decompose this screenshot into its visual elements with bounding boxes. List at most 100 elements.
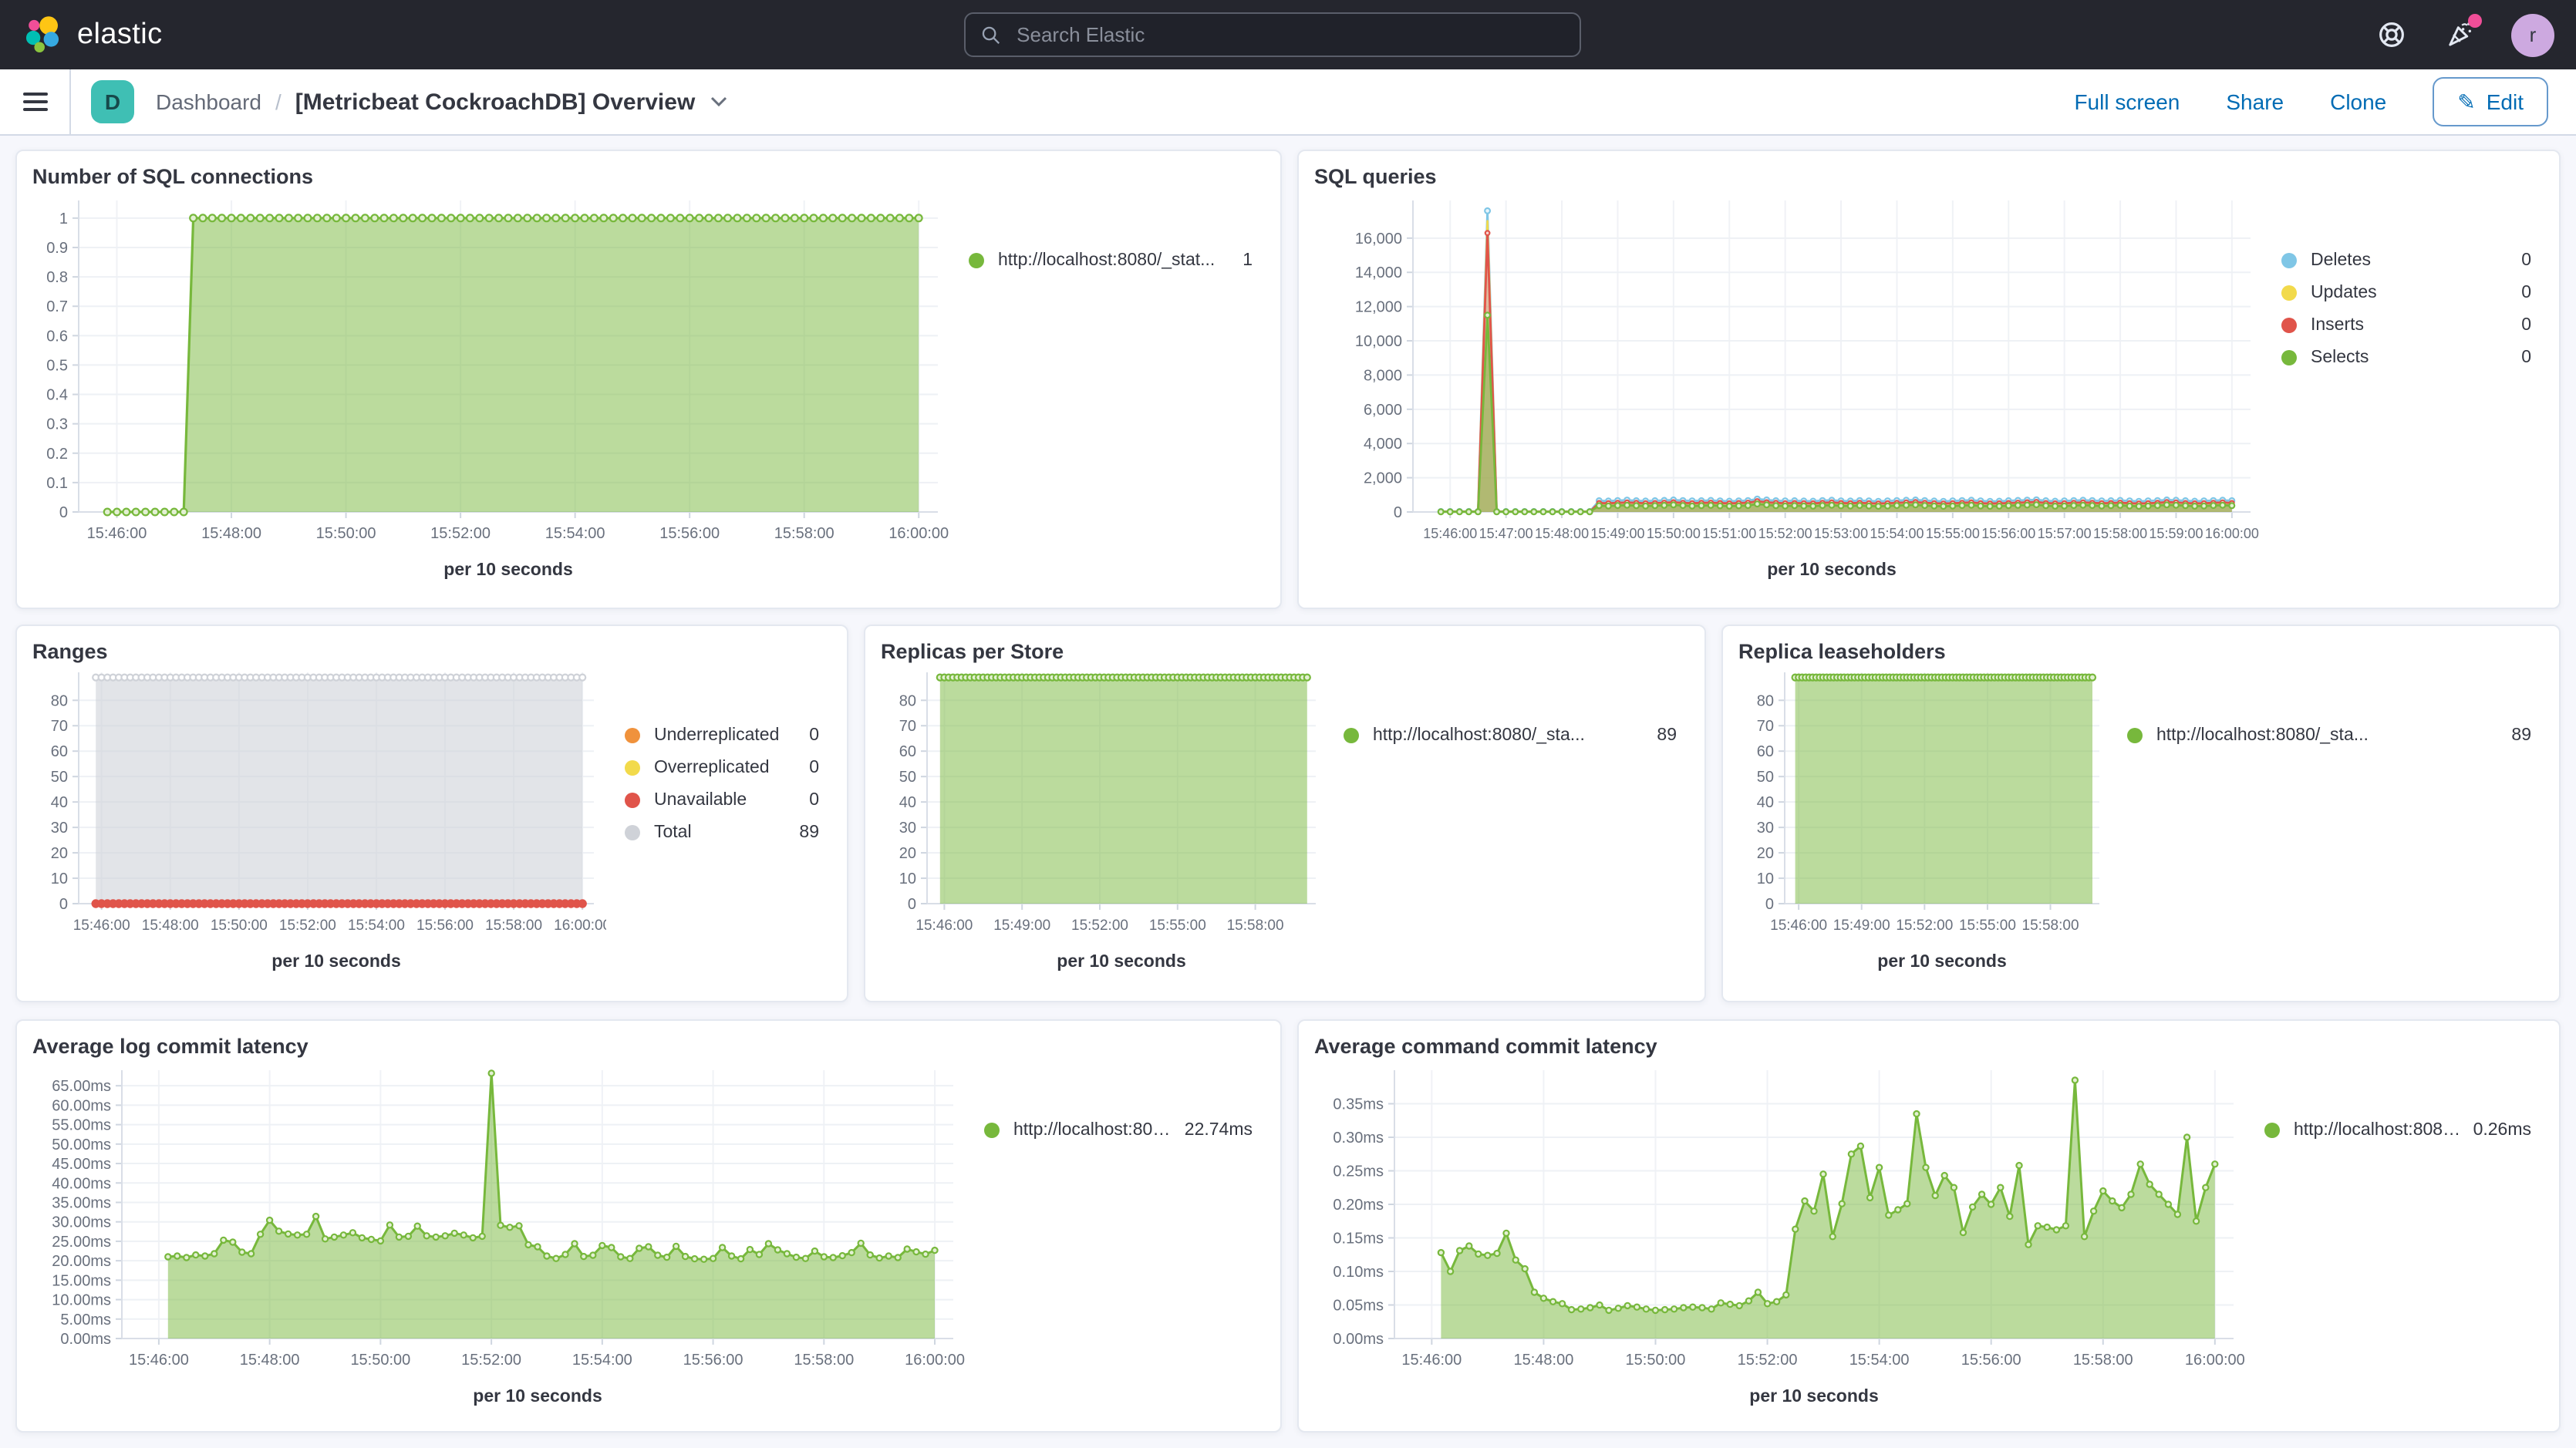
svg-text:20: 20: [899, 845, 916, 862]
svg-text:0: 0: [59, 896, 68, 913]
svg-text:15:56:00: 15:56:00: [1961, 1352, 2021, 1369]
svg-text:50: 50: [51, 769, 68, 786]
svg-text:30: 30: [899, 820, 916, 837]
legend-item[interactable]: http://localhost:8080/_stat...1: [969, 244, 1253, 276]
ranges-chart[interactable]: 15:46:0015:48:0015:50:0015:52:0015:54:00…: [32, 666, 606, 978]
svg-text:1: 1: [59, 210, 68, 227]
legend-label: Underreplicated: [654, 726, 797, 744]
panel-title[interactable]: Average log commit latency: [32, 1033, 1265, 1061]
svg-text:0.5: 0.5: [46, 357, 68, 374]
legend-value: 22.74ms: [1172, 1120, 1253, 1139]
panel-title[interactable]: Ranges: [32, 638, 831, 666]
legend-label: Overreplicated: [654, 758, 797, 776]
svg-text:per 10 seconds: per 10 seconds: [1877, 951, 2006, 971]
search-icon: [981, 24, 1001, 45]
svg-text:80: 80: [1757, 692, 1774, 709]
svg-text:15:49:00: 15:49:00: [1590, 526, 1644, 541]
avg-command-commit-latency-chart[interactable]: 15:46:0015:48:0015:50:0015:52:0015:54:00…: [1314, 1061, 2246, 1413]
panel-replicas-per-store: Replicas per Store 15:46:0015:49:0015:52…: [864, 625, 1706, 1002]
replicas-per-store-chart[interactable]: 15:46:0015:49:0015:52:0015:55:0015:58:00…: [881, 666, 1325, 978]
svg-text:10: 10: [899, 870, 916, 887]
page-title: [Metricbeat CockroachDB] Overview: [295, 89, 696, 115]
menu-icon[interactable]: [0, 69, 71, 134]
full-screen-button[interactable]: Full screen: [2074, 89, 2180, 114]
svg-text:45.00ms: 45.00ms: [52, 1156, 111, 1173]
legend-item[interactable]: Selects0: [2281, 341, 2531, 373]
svg-text:60: 60: [1757, 743, 1774, 760]
svg-text:5.00ms: 5.00ms: [60, 1312, 111, 1328]
panel-title[interactable]: Replica leaseholders: [1738, 638, 2544, 666]
svg-text:15:46:00: 15:46:00: [129, 1352, 189, 1369]
svg-text:10: 10: [51, 870, 68, 887]
legend: Deletes0Updates0Inserts0Selects0: [2263, 191, 2544, 373]
svg-text:15:54:00: 15:54:00: [348, 918, 405, 934]
space-initial: D: [105, 89, 120, 114]
legend-item[interactable]: http://localhost:8080...0.26ms: [2264, 1113, 2531, 1146]
toolbar-actions: Full screen Share Clone ✎ Edit: [2074, 77, 2576, 126]
legend-item[interactable]: Unavailable0: [625, 783, 819, 816]
panel-title[interactable]: Number of SQL connections: [32, 163, 1265, 191]
avg-log-commit-latency-chart[interactable]: 15:46:0015:48:0015:50:0015:52:0015:54:00…: [32, 1061, 966, 1413]
svg-text:15:58:00: 15:58:00: [1227, 918, 1284, 934]
svg-text:15:50:00: 15:50:00: [350, 1352, 410, 1369]
svg-text:15:58:00: 15:58:00: [794, 1352, 854, 1369]
svg-text:15:48:00: 15:48:00: [201, 525, 261, 542]
sql-queries-chart[interactable]: 15:46:0015:47:0015:48:0015:49:0015:50:00…: [1314, 191, 2263, 586]
svg-text:15:56:00: 15:56:00: [659, 525, 720, 542]
search-input[interactable]: [1013, 22, 1564, 48]
panel-title[interactable]: Replicas per Store: [881, 638, 1689, 666]
panel-title[interactable]: Average command commit latency: [1314, 1033, 2544, 1061]
edit-button[interactable]: ✎ Edit: [2433, 77, 2548, 126]
svg-text:10: 10: [1757, 870, 1774, 887]
svg-text:15:46:00: 15:46:00: [1423, 526, 1477, 541]
legend-label: http://localhost:808...: [1013, 1120, 1172, 1139]
legend-item[interactable]: Inserts0: [2281, 308, 2531, 341]
legend-value: 0.26ms: [2461, 1120, 2531, 1139]
svg-text:15:58:00: 15:58:00: [2093, 526, 2147, 541]
user-avatar[interactable]: r: [2511, 13, 2554, 56]
legend-item[interactable]: http://localhost:808...22.74ms: [984, 1113, 1253, 1146]
legend-dot-icon: [2264, 1122, 2280, 1137]
legend-dot-icon: [625, 759, 640, 775]
legend-value: 1: [1230, 251, 1253, 269]
svg-text:15:48:00: 15:48:00: [240, 1352, 300, 1369]
svg-text:65.00ms: 65.00ms: [52, 1078, 111, 1095]
global-search[interactable]: [964, 12, 1581, 57]
svg-text:15:48:00: 15:48:00: [1513, 1352, 1573, 1369]
legend-item[interactable]: Overreplicated0: [625, 751, 819, 783]
svg-text:0.25ms: 0.25ms: [1333, 1163, 1384, 1180]
breadcrumb-dashboard[interactable]: Dashboard: [156, 89, 261, 114]
legend-item[interactable]: Updates0: [2281, 276, 2531, 308]
legend: http://localhost:808...22.74ms: [966, 1061, 1265, 1146]
svg-text:40.00ms: 40.00ms: [52, 1175, 111, 1192]
space-badge[interactable]: D: [91, 80, 134, 123]
svg-text:8,000: 8,000: [1364, 367, 1402, 384]
legend-item[interactable]: http://localhost:8080/_sta...89: [1344, 719, 1677, 751]
svg-text:15:52:00: 15:52:00: [279, 918, 336, 934]
legend-item[interactable]: Total89: [625, 816, 819, 848]
help-icon[interactable]: [2375, 19, 2406, 50]
legend-item[interactable]: Underreplicated0: [625, 719, 819, 751]
legend: http://localhost:8080...0.26ms: [2246, 1061, 2544, 1146]
svg-text:15:52:00: 15:52:00: [461, 1352, 521, 1369]
svg-text:15:57:00: 15:57:00: [2038, 526, 2092, 541]
svg-text:15:46:00: 15:46:00: [87, 525, 147, 542]
svg-text:0.1: 0.1: [46, 475, 68, 492]
svg-text:15:56:00: 15:56:00: [416, 918, 474, 934]
svg-text:30: 30: [51, 820, 68, 837]
legend-item[interactable]: Deletes0: [2281, 244, 2531, 276]
legend: http://localhost:8080/_stat...1: [950, 191, 1265, 276]
panel-title[interactable]: SQL queries: [1314, 163, 2544, 191]
dashboard-canvas: Number of SQL connections 15:46:0015:48:…: [0, 136, 2576, 1448]
sql-connections-chart[interactable]: 15:46:0015:48:0015:50:0015:52:0015:54:00…: [32, 191, 950, 586]
chevron-down-icon[interactable]: [709, 96, 727, 108]
svg-text:15:54:00: 15:54:00: [545, 525, 605, 542]
svg-text:15:54:00: 15:54:00: [1870, 526, 1924, 541]
share-button[interactable]: Share: [2226, 89, 2284, 114]
svg-text:0.20ms: 0.20ms: [1333, 1197, 1384, 1214]
replica-leaseholders-chart[interactable]: 15:46:0015:49:0015:52:0015:55:0015:58:00…: [1738, 666, 2109, 978]
news-icon[interactable]: [2443, 19, 2474, 50]
svg-text:15:48:00: 15:48:00: [1535, 526, 1589, 541]
clone-button[interactable]: Clone: [2330, 89, 2386, 114]
legend-item[interactable]: http://localhost:8080/_sta...89: [2127, 719, 2531, 751]
